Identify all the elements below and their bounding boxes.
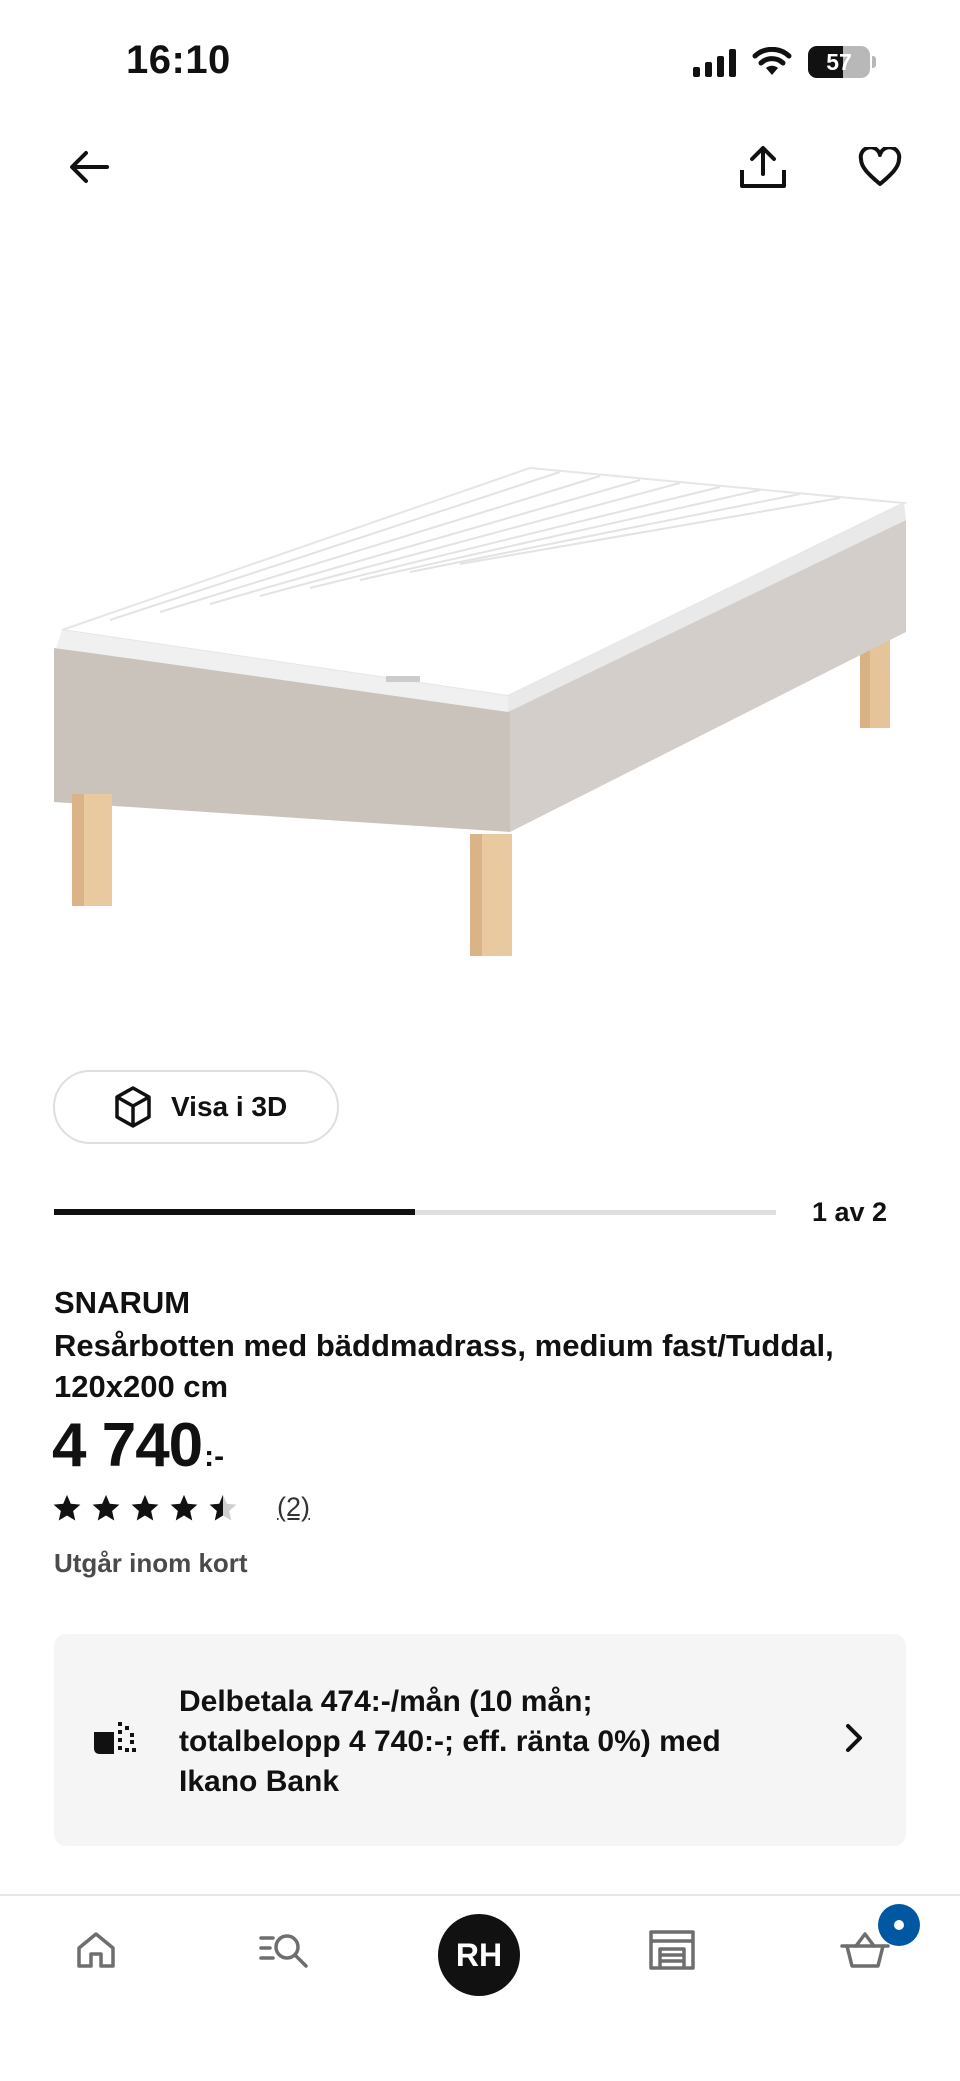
carousel-counter: 1 av 2 [812, 1197, 888, 1227]
favorite-button[interactable] [845, 132, 915, 202]
chevron-right-icon [846, 1724, 862, 1752]
battery-level: 57 [826, 49, 852, 75]
half-star-icon [209, 1494, 237, 1520]
status-icons: 57 [693, 46, 876, 78]
installment-payment-card[interactable]: Delbetala 474:-/mån (10 mån; totalbelopp… [54, 1634, 906, 1846]
star-icon [131, 1494, 159, 1520]
share-button[interactable] [728, 132, 798, 202]
view-3d-label: Visa i 3D [171, 1091, 288, 1122]
bed-illustration [54, 466, 908, 956]
nav-profile-avatar[interactable]: RH [438, 1914, 520, 1996]
home-icon [77, 1932, 115, 1968]
cellular-signal-icon [693, 47, 736, 77]
payment-icon [94, 1722, 136, 1754]
cart-badge [878, 1904, 920, 1946]
heart-icon [858, 147, 902, 186]
star-icon [53, 1494, 81, 1520]
price-suffix: :- [204, 1440, 225, 1473]
back-button[interactable] [54, 132, 124, 202]
bottom-nav: RH [0, 1894, 960, 2081]
product-description: Resårbotten med bäddmadrass, medium fast… [54, 1328, 834, 1404]
product-name: SNARUM [54, 1285, 191, 1320]
nav-home[interactable] [56, 1920, 136, 1980]
carousel-progress [54, 1209, 776, 1215]
arrow-left-icon [70, 151, 109, 183]
nav-search[interactable] [246, 1920, 326, 1980]
carousel-progress-fill [54, 1209, 415, 1215]
search-icon [259, 1934, 308, 1968]
share-icon [740, 146, 786, 188]
top-nav [0, 130, 960, 210]
status-bar: 16:10 57 [0, 0, 960, 130]
wifi-icon [752, 47, 792, 75]
product-rating[interactable]: (2) [52, 1492, 310, 1523]
store-icon [649, 1930, 695, 1970]
review-count-link[interactable]: (2) [277, 1492, 310, 1523]
price-amount: 4 740 [52, 1411, 203, 1480]
battery-icon: 57 [808, 46, 870, 78]
star-icon [92, 1494, 120, 1520]
view-3d-button[interactable]: Visa i 3D [53, 1070, 339, 1144]
star-icon [170, 1494, 198, 1520]
availability-status: Utgår inom kort [54, 1548, 248, 1578]
product-price: 4 740 :- [52, 1410, 224, 1482]
nav-store[interactable] [632, 1920, 712, 1980]
cube-icon [115, 1086, 151, 1128]
installment-text: Delbetala 474:-/mån (10 mån; totalbelopp… [179, 1685, 721, 1798]
status-time: 16:10 [126, 38, 231, 82]
product-image[interactable] [0, 220, 960, 1040]
